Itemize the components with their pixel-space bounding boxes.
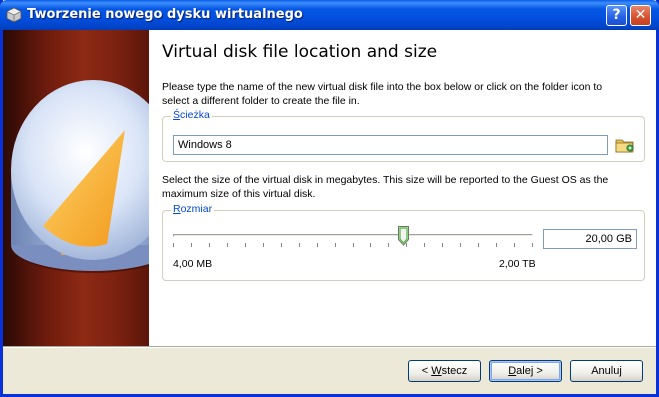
slider-tick (191, 243, 192, 247)
folder-browse-icon[interactable] (614, 135, 636, 155)
slider-tick (281, 243, 282, 247)
wizard-window: Tworzenie nowego dysku wirtualnego ? ✕ V… (0, 0, 659, 397)
slider-tick (227, 243, 228, 247)
page-title: Virtual disk file location and size (162, 42, 438, 62)
slider-tick (209, 243, 210, 247)
slider-tick (245, 243, 246, 247)
slider-thumb[interactable] (398, 226, 410, 246)
size-slider[interactable] (163, 211, 538, 257)
slider-tick (335, 243, 336, 247)
disk-illustration (11, 80, 149, 273)
back-button[interactable]: < Wstecz (408, 360, 481, 382)
slider-tick (370, 243, 371, 247)
slider-tick (263, 243, 264, 247)
slider-tick (388, 243, 389, 247)
slider-tick (442, 243, 443, 247)
slider-tick (299, 243, 300, 247)
virtualbox-app-icon (6, 7, 22, 23)
slider-tick (496, 243, 497, 247)
location-description: Please type the name of the new virtual … (162, 81, 603, 107)
cancel-button[interactable]: Anuluj (570, 360, 643, 382)
slider-track[interactable] (173, 234, 533, 237)
window-title: Tworzenie nowego dysku wirtualnego (27, 7, 303, 22)
wizard-side-image (3, 30, 149, 346)
help-button[interactable]: ? (606, 5, 627, 26)
file-path-input[interactable]: Windows 8 (173, 135, 608, 155)
location-group-label: Ścieżka (171, 109, 212, 121)
slider-tick (514, 243, 515, 247)
next-button[interactable]: Dalej > (489, 360, 562, 382)
size-group: Rozmiar 20,00 GB 4,00 MB 2,00 TB (162, 203, 645, 281)
max-size-label: 2,00 TB (499, 258, 536, 270)
location-group: Ścieżka Windows 8 (162, 109, 645, 162)
slider-tick (460, 243, 461, 247)
slider-tick (173, 243, 174, 247)
button-separator-highlight (3, 347, 656, 348)
slider-tick (317, 243, 318, 247)
slider-tick (353, 243, 354, 247)
title-bar[interactable]: Tworzenie nowego dysku wirtualnego ? ✕ (0, 0, 659, 30)
slider-tick (478, 243, 479, 247)
wizard-body: Virtual disk file location and size Plea… (3, 30, 656, 394)
wizard-content: Virtual disk file location and size Plea… (149, 30, 656, 346)
close-button[interactable]: ✕ (630, 5, 651, 26)
min-size-label: 4,00 MB (173, 258, 213, 270)
slider-tick (424, 243, 425, 247)
slider-tick (532, 243, 533, 247)
size-value-input[interactable]: 20,00 GB (543, 229, 637, 249)
size-description: Select the size of the virtual disk in m… (162, 174, 609, 200)
